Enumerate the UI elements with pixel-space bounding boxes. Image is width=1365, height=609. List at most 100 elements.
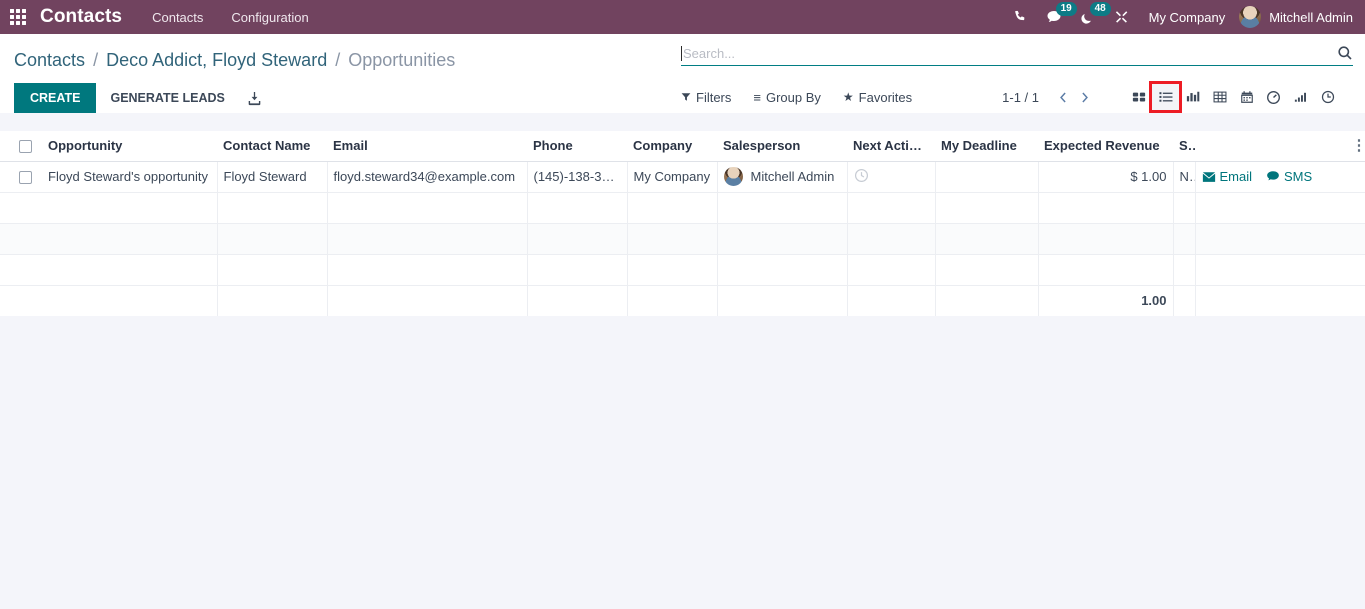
cell-email[interactable]: floyd.steward34@example.com xyxy=(327,161,528,192)
column-options-dots[interactable]: ⋮ xyxy=(1352,137,1365,154)
salesperson-name: Mitchell Admin xyxy=(750,169,835,184)
create-button[interactable]: CREATE xyxy=(14,83,97,113)
empty-cell xyxy=(1038,223,1174,254)
app-brand-title[interactable]: Contacts xyxy=(40,6,122,28)
comment-icon xyxy=(1267,171,1279,181)
empty-cell xyxy=(627,223,718,254)
group-by-dropdown[interactable]: ≡ Group By xyxy=(753,90,821,105)
top-navbar: Contacts Contacts Configuration 19 48 My… xyxy=(0,0,1365,34)
column-options-icon[interactable]: ⋮ xyxy=(1345,131,1365,162)
column-header-contact-name[interactable]: Contact Name xyxy=(217,131,327,162)
column-header-my-deadline[interactable]: My Deadline xyxy=(935,131,1038,162)
group-by-icon: ≡ xyxy=(753,89,761,105)
messages-icon[interactable]: 19 xyxy=(1037,0,1077,34)
total-empty-cell xyxy=(327,285,528,316)
activities-icon[interactable]: 48 xyxy=(1071,0,1111,34)
apps-grid-icon[interactable] xyxy=(10,9,26,25)
column-header-next-activity[interactable]: Next Activity xyxy=(847,131,935,162)
row-checkbox[interactable] xyxy=(18,171,32,185)
phone-icon[interactable] xyxy=(1003,0,1037,34)
next-activity-clock-icon[interactable] xyxy=(854,168,869,183)
cell-company[interactable]: My Company xyxy=(627,161,718,192)
empty-cell xyxy=(1173,223,1196,254)
sms-action-button[interactable]: SMS xyxy=(1266,169,1312,184)
favorites-dropdown[interactable]: ★ Favorites xyxy=(843,90,912,105)
import-records-icon[interactable] xyxy=(239,85,270,112)
column-header-email[interactable]: Email xyxy=(327,131,527,162)
empty-cell xyxy=(847,223,936,254)
kanban-view-icon[interactable] xyxy=(1125,84,1152,110)
pivot-view-icon[interactable] xyxy=(1206,84,1233,110)
filters-dropdown[interactable]: Filters xyxy=(681,90,731,105)
avatar[interactable] xyxy=(1239,6,1262,28)
cell-actions: Email SMS xyxy=(1195,161,1345,192)
select-all-cell xyxy=(0,131,42,162)
empty-cell xyxy=(42,192,218,223)
column-header-stage[interactable]: Stage xyxy=(1173,131,1195,162)
search-icon[interactable] xyxy=(1337,45,1353,61)
search-input[interactable] xyxy=(683,45,1337,61)
chevron-right-icon[interactable] xyxy=(1074,91,1095,104)
table-row[interactable]: Floyd Steward's opportunity Floyd Stewar… xyxy=(0,161,1365,192)
empty-cell xyxy=(0,223,42,254)
empty-cell xyxy=(847,254,936,285)
empty-row xyxy=(0,192,1365,223)
column-header-company[interactable]: Company xyxy=(627,131,717,162)
empty-cell xyxy=(1345,254,1365,285)
cell-stage[interactable]: New xyxy=(1173,161,1196,192)
generate-leads-button[interactable]: GENERATE LEADS xyxy=(96,83,238,113)
table-header-row: Opportunity Contact Name Email Phone Com… xyxy=(0,131,1365,162)
empty-cell xyxy=(217,192,328,223)
chevron-left-icon[interactable] xyxy=(1053,91,1074,104)
user-menu[interactable]: Mitchell Admin xyxy=(1269,10,1353,25)
menu-item-configuration[interactable]: Configuration xyxy=(231,10,308,25)
email-action-button[interactable]: Email xyxy=(1202,169,1252,184)
view-switcher xyxy=(1125,81,1341,113)
cell-opportunity[interactable]: Floyd Steward's opportunity xyxy=(42,161,218,192)
empty-cell xyxy=(1195,223,1345,254)
cell-next-activity[interactable] xyxy=(847,161,936,192)
empty-cell xyxy=(1195,192,1345,223)
dashboard-view-icon[interactable] xyxy=(1260,84,1287,110)
empty-cell xyxy=(1173,192,1196,223)
pager-counter[interactable]: 1-1 / 1 xyxy=(1002,90,1039,105)
breadcrumb-item-contacts[interactable]: Contacts xyxy=(14,50,85,70)
empty-cell xyxy=(627,192,718,223)
empty-cell xyxy=(1038,254,1174,285)
total-empty-cell xyxy=(0,285,42,316)
company-switcher[interactable]: My Company xyxy=(1149,10,1226,25)
column-header-opportunity[interactable]: Opportunity xyxy=(42,131,217,162)
column-header-salesperson[interactable]: Salesperson xyxy=(717,131,847,162)
cohort-view-icon[interactable] xyxy=(1314,84,1341,110)
action-buttons: CREATE GENERATE LEADS xyxy=(14,83,455,113)
column-header-phone[interactable]: Phone xyxy=(527,131,627,162)
empty-cell xyxy=(527,254,628,285)
menu-item-contacts[interactable]: Contacts xyxy=(152,10,203,25)
list-view-icon[interactable] xyxy=(1149,81,1182,113)
empty-cell xyxy=(935,223,1039,254)
empty-cell xyxy=(1173,254,1196,285)
search-input-wrapper[interactable] xyxy=(681,45,1353,66)
table-body: Floyd Steward's opportunity Floyd Stewar… xyxy=(0,161,1365,285)
select-all-checkbox[interactable] xyxy=(18,140,32,154)
graph-view-icon[interactable] xyxy=(1179,84,1206,110)
cell-salesperson[interactable]: Mitchell Admin xyxy=(717,161,848,192)
empty-cell xyxy=(935,192,1039,223)
cell-my-deadline[interactable] xyxy=(935,161,1039,192)
search-text-caret xyxy=(681,45,682,61)
cell-expected-revenue[interactable]: $ 1.00 xyxy=(1038,161,1174,192)
breadcrumb-item-partner[interactable]: Deco Addict, Floyd Steward xyxy=(106,50,327,70)
cell-phone[interactable]: (145)-138-3401 xyxy=(527,161,628,192)
column-header-expected-revenue[interactable]: Expected Revenue xyxy=(1038,131,1173,162)
empty-cell xyxy=(1038,192,1174,223)
cell-contact-name[interactable]: Floyd Steward xyxy=(217,161,328,192)
filters-label: Filters xyxy=(696,89,732,105)
sms-action-label: SMS xyxy=(1284,169,1313,184)
group-by-label: Group By xyxy=(765,89,821,105)
calendar-view-icon[interactable] xyxy=(1233,84,1260,110)
empty-cell xyxy=(1195,254,1345,285)
activity-view-icon[interactable] xyxy=(1287,84,1314,110)
empty-cell xyxy=(327,223,528,254)
tools-icon[interactable] xyxy=(1105,0,1139,34)
empty-cell xyxy=(1345,223,1365,254)
